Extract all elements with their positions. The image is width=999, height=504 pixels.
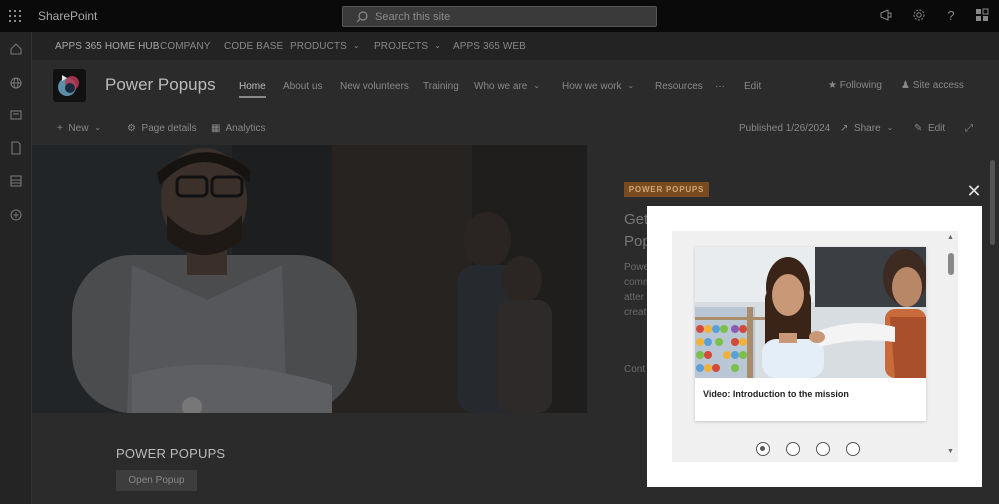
help-icon[interactable]: ? xyxy=(943,8,959,24)
share-label: Share xyxy=(853,123,881,134)
hub-item-home-hub[interactable]: APPS 365 HOME HUB xyxy=(55,41,160,52)
carousel-scrollbar-thumb[interactable] xyxy=(948,253,954,275)
carousel: Video: Introduction to the mission ▲ ▼ xyxy=(672,231,958,462)
nav-new-volunteers[interactable]: New volunteers xyxy=(340,81,409,92)
share-button[interactable]: ↗ Share ⌄ xyxy=(840,123,893,134)
hub-item-code-base[interactable]: CODE BASE xyxy=(224,41,283,52)
plus-icon: + xyxy=(57,123,63,134)
page-details-button[interactable]: ⚙ Page details xyxy=(127,123,197,134)
published-status: Published 1/26/2024 xyxy=(739,123,831,134)
nav-who-we-are[interactable]: Who we are ⌄ xyxy=(474,81,540,92)
carousel-dot-2[interactable] xyxy=(786,442,800,456)
close-icon[interactable]: ✕ xyxy=(966,182,982,200)
app-rail xyxy=(0,32,32,504)
page-details-label: Page details xyxy=(141,123,197,134)
search-icon xyxy=(356,11,368,23)
carousel-dot-1[interactable] xyxy=(756,442,770,456)
nav-who-we-are-label: Who we are xyxy=(474,81,528,92)
new-button[interactable]: + New ⌄ xyxy=(57,123,101,134)
hub-item-web[interactable]: APPS 365 WEB xyxy=(453,41,526,52)
carousel-pagination xyxy=(756,442,876,458)
expand-icon[interactable]: ⤢ xyxy=(965,123,973,134)
open-popup-button[interactable]: Open Popup xyxy=(116,470,197,491)
command-bar: + New ⌄ ⚙ Page details ▦ Analytics Publis… xyxy=(32,112,999,145)
card-title: Video: Introduction to the mission xyxy=(703,389,849,399)
chevron-down-icon: ⌄ xyxy=(627,81,635,90)
hub-item-products[interactable]: PRODUCTS ⌄ xyxy=(290,41,360,52)
chevron-down-icon: ⌄ xyxy=(352,41,360,50)
app-brand[interactable]: SharePoint xyxy=(38,9,97,23)
hub-item-products-label: PRODUCTS xyxy=(290,41,347,52)
app-launcher-icon[interactable] xyxy=(9,10,21,22)
hub-navigation: APPS 365 HOME HUB COMPANY CODE BASE PROD… xyxy=(32,32,999,60)
hero-image xyxy=(32,145,587,413)
page-scrollbar[interactable] xyxy=(990,160,995,245)
globe-icon[interactable] xyxy=(9,76,23,90)
star-icon: ★ xyxy=(828,80,837,91)
hub-item-company[interactable]: COMPANY xyxy=(160,41,211,52)
chevron-down-icon: ⌄ xyxy=(434,41,441,50)
site-logo[interactable] xyxy=(53,69,86,102)
analytics-icon: ▦ xyxy=(211,123,221,134)
hub-item-projects[interactable]: PROJECTS ⌄ xyxy=(374,41,441,52)
edit-label: Edit xyxy=(927,123,946,134)
carousel-card[interactable]: Video: Introduction to the mission xyxy=(695,247,926,421)
site-header: Power Popups Home About us New volunteer… xyxy=(32,60,999,112)
nav-edit[interactable]: Edit xyxy=(744,81,761,92)
account-icon[interactable] xyxy=(974,8,990,24)
popup-dialog: Video: Introduction to the mission ▲ ▼ xyxy=(647,206,982,487)
people-icon: ♟ xyxy=(901,80,910,91)
gear-icon[interactable] xyxy=(911,8,927,24)
following-label: Following xyxy=(839,80,882,91)
share-icon: ↗ xyxy=(840,123,849,134)
site-title[interactable]: Power Popups xyxy=(105,75,216,95)
following-button[interactable]: ★ Following xyxy=(828,80,882,91)
scroll-down-arrow-icon[interactable]: ▼ xyxy=(947,448,954,455)
hub-item-projects-label: PROJECTS xyxy=(374,41,429,52)
hero-link[interactable]: Cont xyxy=(624,364,645,375)
card-image xyxy=(695,247,926,378)
site-access-label: Site access xyxy=(912,80,964,91)
suite-bar: SharePoint Search this site ? xyxy=(0,0,999,32)
analytics-button[interactable]: ▦ Analytics xyxy=(211,123,265,134)
list-icon[interactable] xyxy=(9,174,23,188)
pencil-icon: ✎ xyxy=(914,123,923,134)
nav-home[interactable]: Home xyxy=(239,81,266,98)
nav-training[interactable]: Training xyxy=(423,81,459,92)
gear-icon: ⚙ xyxy=(127,123,136,134)
chevron-down-icon: ⌄ xyxy=(533,81,541,90)
home-icon[interactable] xyxy=(9,42,23,56)
chevron-down-icon: ⌄ xyxy=(886,123,894,132)
nav-how-we-work[interactable]: How we work ⌄ xyxy=(562,81,634,92)
section-title: POWER POPUPS xyxy=(116,446,226,461)
megaphone-icon[interactable] xyxy=(878,8,894,24)
search-placeholder: Search this site xyxy=(375,11,451,23)
carousel-dot-4[interactable] xyxy=(846,442,860,456)
analytics-label: Analytics xyxy=(225,123,266,134)
search-box[interactable]: Search this site xyxy=(342,6,657,27)
create-icon[interactable] xyxy=(9,208,23,222)
new-label: New xyxy=(68,123,89,134)
nav-more[interactable]: ··· xyxy=(715,81,725,92)
news-icon[interactable] xyxy=(9,108,23,122)
carousel-dot-3[interactable] xyxy=(816,442,830,456)
document-icon[interactable] xyxy=(9,141,23,155)
chevron-down-icon: ⌄ xyxy=(94,123,102,132)
category-tag: POWER POPUPS xyxy=(624,182,709,197)
scroll-up-arrow-icon[interactable]: ▲ xyxy=(947,234,954,241)
site-access-button[interactable]: ♟ Site access xyxy=(901,80,964,91)
nav-how-we-work-label: How we work xyxy=(562,81,622,92)
nav-about-us[interactable]: About us xyxy=(283,81,322,92)
edit-button[interactable]: ✎ Edit xyxy=(914,123,945,134)
nav-resources[interactable]: Resources xyxy=(655,81,703,92)
